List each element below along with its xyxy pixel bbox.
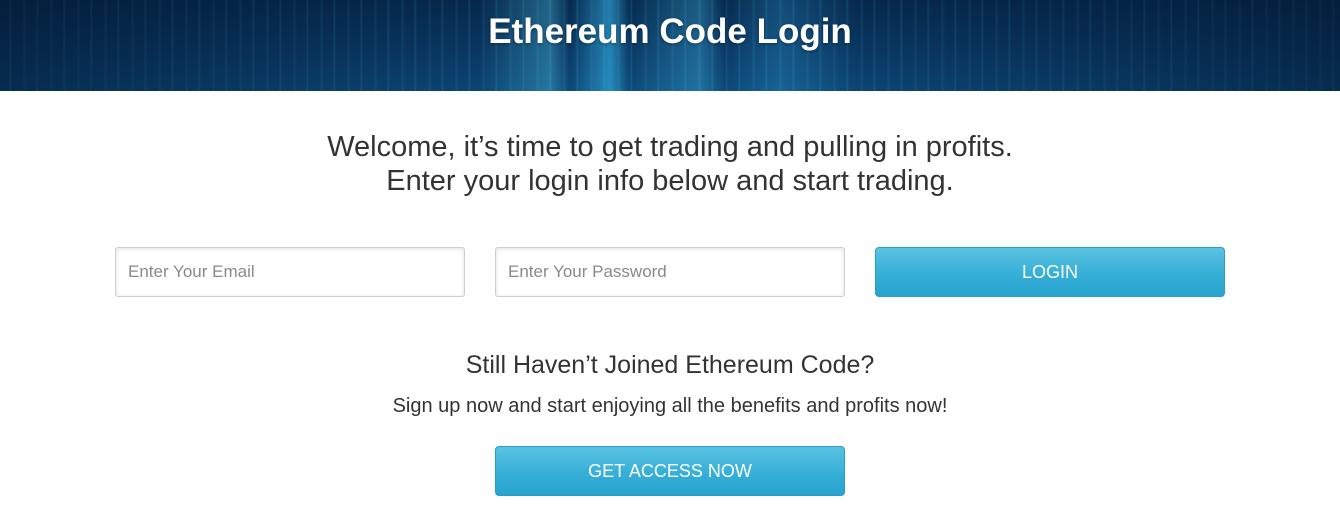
page-title: Ethereum Code Login (488, 12, 852, 51)
header-banner: Ethereum Code Login (0, 0, 1340, 91)
login-button[interactable]: LOGIN (875, 247, 1225, 297)
welcome-line-2: Enter your login info below and start tr… (386, 165, 954, 197)
email-input[interactable] (115, 247, 465, 297)
login-form: LOGIN (115, 247, 1225, 297)
signup-heading: Still Haven’t Joined Ethereum Code? (465, 351, 875, 379)
welcome-line-1: Welcome, it’s time to get trading and pu… (327, 131, 1013, 163)
welcome-message: Welcome, it’s time to get trading and pu… (0, 130, 1340, 198)
get-access-button[interactable]: GET ACCESS NOW (495, 446, 845, 496)
signup-subtitle: Sign up now and start enjoying all the b… (392, 395, 948, 417)
password-input[interactable] (495, 247, 845, 297)
